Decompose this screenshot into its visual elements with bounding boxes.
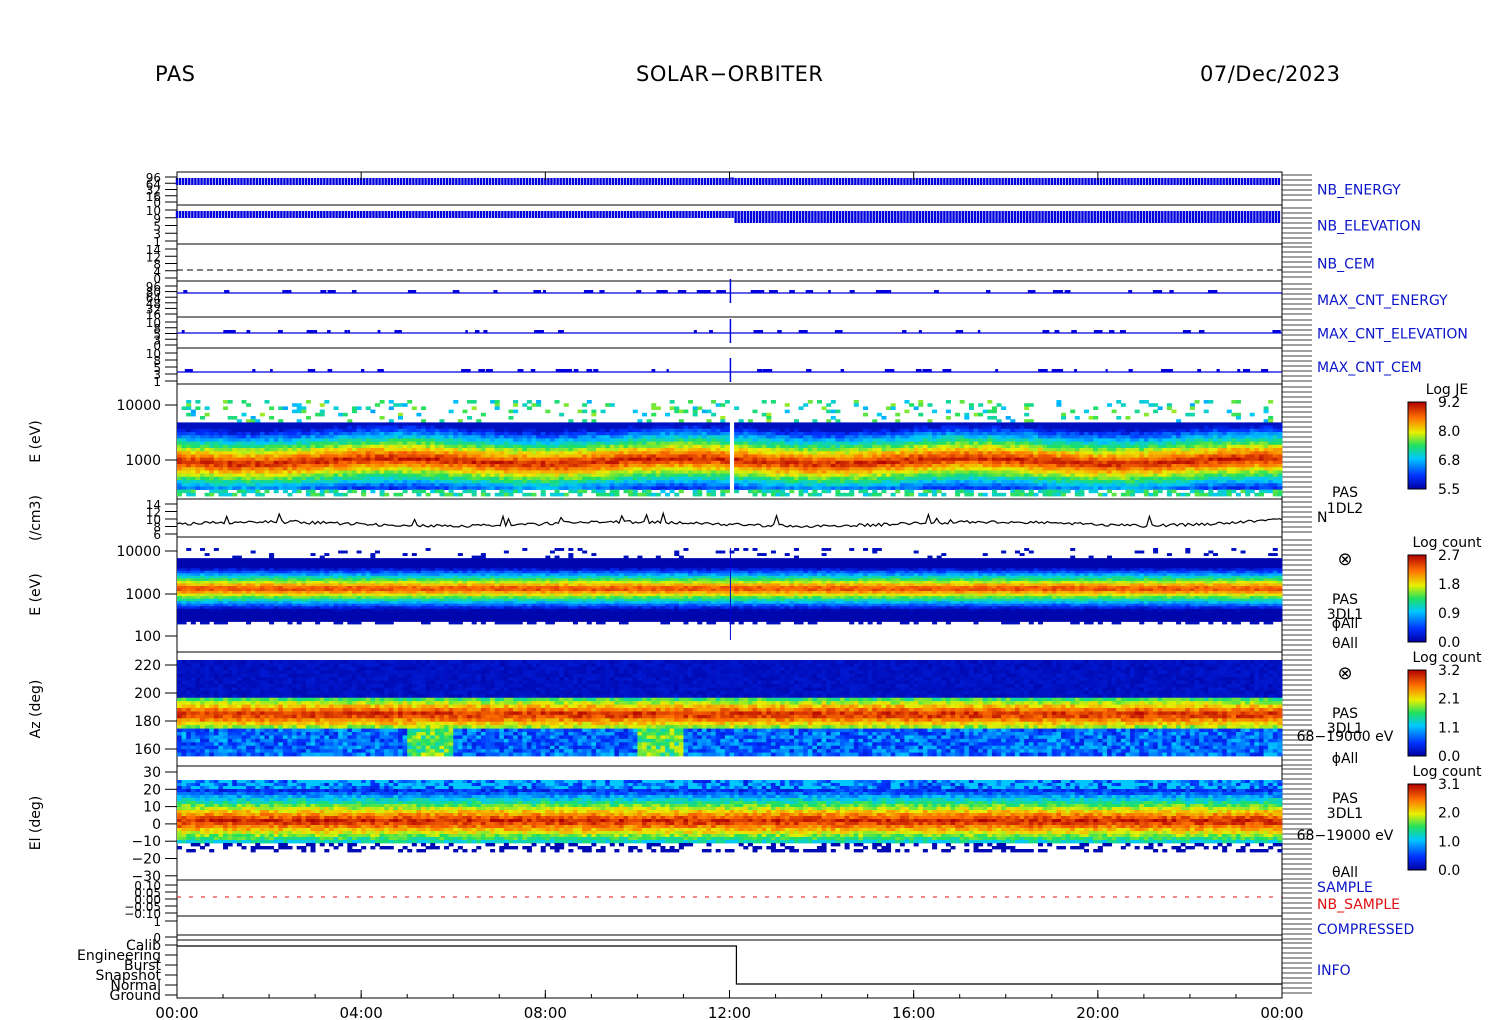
- max_cnt_energy-frame: [177, 281, 1282, 317]
- panel-label: NB_SAMPLE: [1317, 897, 1400, 913]
- colorbar: [1408, 402, 1426, 489]
- tick-label: 100: [134, 629, 161, 645]
- colorbar-tick: 0.9: [1438, 606, 1460, 622]
- tick-label: 160: [134, 742, 161, 758]
- side-label: PAS: [1332, 791, 1358, 807]
- panel-label: NB_ELEVATION: [1317, 219, 1421, 235]
- axis-label: E (eV): [28, 420, 44, 462]
- panel-label: MAX_CNT_ENERGY: [1317, 293, 1448, 309]
- tick-label: 6: [153, 528, 161, 542]
- side-label: PAS: [1332, 485, 1358, 501]
- colorbar-tick: 2.1: [1438, 692, 1460, 708]
- side-label: ϕAll: [1332, 616, 1359, 632]
- colorbar-tick: 3.1: [1438, 777, 1460, 793]
- side-label: ⊗: [1337, 663, 1352, 684]
- colorbar: [1408, 784, 1426, 870]
- tick-label: 180: [134, 714, 161, 730]
- side-label: 68−19000 eV: [1297, 828, 1394, 844]
- nb_elevation-frame: [177, 205, 1282, 244]
- panel-label: MAX_CNT_CEM: [1317, 360, 1422, 376]
- tick-label: 1: [153, 915, 161, 929]
- tick-label: 30: [143, 765, 161, 781]
- density-frame: [177, 499, 1282, 537]
- colorbar-tick: 0.0: [1438, 863, 1460, 879]
- x-tick-label: 04:00: [340, 1004, 383, 1020]
- colorbar-tick: 6.8: [1438, 453, 1460, 469]
- side-label: PAS: [1332, 592, 1358, 608]
- nb_cem-frame: [177, 244, 1282, 281]
- side-label: θAll: [1332, 865, 1358, 881]
- panel-label: COMPRESSED: [1317, 922, 1414, 938]
- side-label: 3DL1: [1327, 806, 1363, 822]
- colorbar: [1408, 670, 1426, 756]
- panel-label: INFO: [1317, 963, 1351, 979]
- colorbar-tick: 2.7: [1438, 548, 1460, 564]
- x-tick-label: 12:00: [708, 1004, 751, 1020]
- side-label: ϕAll: [1332, 751, 1359, 767]
- colorbar-tick: 1.1: [1438, 720, 1460, 736]
- x-tick-label: 00:00: [155, 1004, 198, 1020]
- tick-label: 1: [153, 375, 161, 389]
- tick-label: 20: [143, 782, 161, 798]
- panel-label: MAX_CNT_ELEVATION: [1317, 327, 1468, 343]
- multipanel-plot: 966432160NB_ENERGY109531NB_ELEVATION1412…: [0, 0, 1512, 1020]
- x-tick-label: 08:00: [524, 1004, 567, 1020]
- x-tick-label: 16:00: [892, 1004, 935, 1020]
- side-label: θAll: [1332, 636, 1358, 652]
- panel-label: SAMPLE: [1317, 880, 1373, 896]
- colorbar-tick: 9.2: [1438, 395, 1460, 411]
- axis-label: E (eV): [28, 573, 44, 615]
- colorbar-tick: 8.0: [1438, 424, 1460, 440]
- info-line: [177, 946, 1282, 984]
- colorbar-tick: 1.0: [1438, 834, 1460, 850]
- colorbar-tick: 0.0: [1438, 749, 1460, 765]
- tick-label: 1000: [125, 453, 161, 469]
- axis-label: (/cm3): [28, 495, 44, 541]
- side-label: 1DL2: [1327, 501, 1363, 517]
- colorbar-tick: 1.8: [1438, 577, 1460, 593]
- compressed-frame: [177, 916, 1282, 940]
- colorbar-tick: 3.2: [1438, 663, 1460, 679]
- tick-label: −10: [131, 834, 161, 850]
- density-line: [177, 513, 1282, 527]
- side-label: 68−19000 eV: [1297, 729, 1394, 745]
- info-frame: [177, 940, 1282, 998]
- side-label: PAS: [1332, 706, 1358, 722]
- panel-label: NB_CEM: [1317, 257, 1375, 273]
- tick-label: 200: [134, 686, 161, 702]
- colorbar-tick: 0.0: [1438, 635, 1460, 651]
- tick-label: 0: [152, 817, 161, 833]
- x-tick-label: 20:00: [1076, 1004, 1119, 1020]
- axis-label: El (deg): [28, 796, 44, 851]
- tick-label: 10: [143, 800, 161, 816]
- max_cnt_cem-frame: [177, 348, 1282, 384]
- tick-label: Ground: [110, 988, 162, 1004]
- x-tick-label: 00:00: [1260, 1004, 1303, 1020]
- axis-label: Az (deg): [28, 680, 44, 739]
- colorbar: [1408, 555, 1426, 642]
- tick-label: −20: [131, 852, 161, 868]
- side-label: N: [1317, 510, 1327, 526]
- tick-label: 220: [134, 658, 161, 674]
- colorbar-tick: 2.0: [1438, 806, 1460, 822]
- colorbar-tick: 5.5: [1438, 482, 1460, 498]
- side-label: ⊗: [1337, 549, 1352, 570]
- tick-label: 10000: [116, 544, 161, 560]
- sample-frame: [177, 880, 1282, 916]
- tick-label: 10000: [116, 398, 161, 414]
- panel-label: NB_ENERGY: [1317, 183, 1401, 199]
- tick-label: 1000: [125, 587, 161, 603]
